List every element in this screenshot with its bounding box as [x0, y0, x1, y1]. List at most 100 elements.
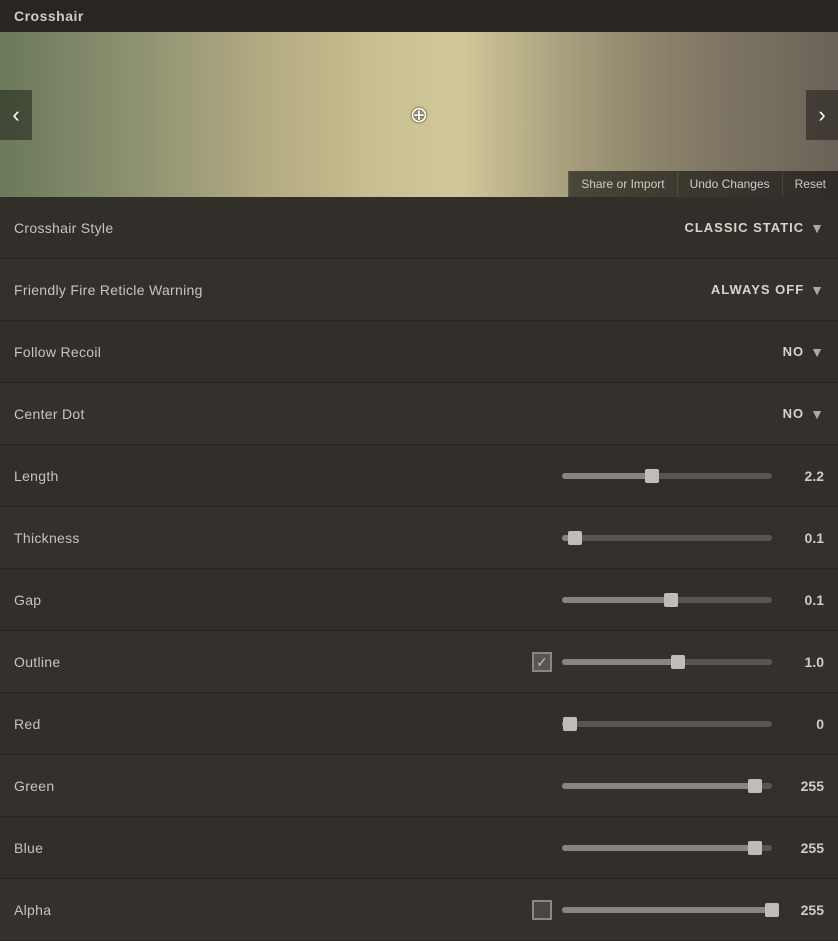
control-length: 2.2: [234, 468, 824, 484]
slider-value-length: 2.2: [782, 468, 824, 484]
slider-track-gap[interactable]: [562, 597, 772, 603]
dropdown-value-friendly-fire: ALWAYS OFF: [711, 282, 804, 297]
checkbox-outline[interactable]: ✓: [532, 652, 552, 672]
chevron-down-icon-center-dot: ▼: [810, 406, 824, 422]
slider-value-blue: 255: [782, 840, 824, 856]
dropdown-value-crosshair-style: CLASSIC STATIC: [684, 220, 804, 235]
dropdown-center-dot[interactable]: NO ▼: [783, 406, 824, 422]
chevron-down-icon-friendly-fire: ▼: [810, 282, 824, 298]
setting-row-gap: Gap 0.1: [0, 569, 838, 631]
slider-track-outline[interactable]: [562, 659, 772, 665]
slider-track-blue[interactable]: [562, 845, 772, 851]
checkbox-alpha[interactable]: [532, 900, 552, 920]
setting-row-green: Green 255: [0, 755, 838, 817]
dropdown-crosshair-style[interactable]: CLASSIC STATIC ▼: [684, 220, 824, 236]
control-follow-recoil: NO ▼: [234, 344, 824, 360]
slider-wrapper-red: 0: [562, 716, 824, 732]
label-crosshair-style: Crosshair Style: [14, 220, 234, 236]
slider-fill-length: [562, 473, 652, 479]
slider-value-red: 0: [782, 716, 824, 732]
slider-wrapper-length: 2.2: [562, 468, 824, 484]
reset-button[interactable]: Reset: [782, 171, 838, 197]
control-outline: ✓ 1.0: [234, 652, 824, 672]
slider-thumb-blue[interactable]: [748, 841, 762, 855]
control-thickness: 0.1: [234, 530, 824, 546]
slider-track-alpha[interactable]: [562, 907, 772, 913]
label-follow-recoil: Follow Recoil: [14, 344, 234, 360]
slider-track-red[interactable]: [562, 721, 772, 727]
slider-value-outline: 1.0: [782, 654, 824, 670]
label-red: Red: [14, 716, 234, 732]
slider-fill-green: [562, 783, 755, 789]
slider-value-alpha: 255: [782, 902, 824, 918]
slider-wrapper-gap: 0.1: [562, 592, 824, 608]
setting-row-length: Length 2.2: [0, 445, 838, 507]
undo-changes-button[interactable]: Undo Changes: [677, 171, 782, 197]
label-outline: Outline: [14, 654, 234, 670]
slider-track-length[interactable]: [562, 473, 772, 479]
setting-row-thickness: Thickness 0.1: [0, 507, 838, 569]
dropdown-value-center-dot: NO: [783, 406, 805, 421]
next-button[interactable]: ›: [806, 90, 838, 140]
prev-icon: ‹: [12, 102, 19, 128]
label-gap: Gap: [14, 592, 234, 608]
control-alpha: 255: [234, 900, 824, 920]
label-blue: Blue: [14, 840, 234, 856]
slider-wrapper-blue: 255: [562, 840, 824, 856]
setting-row-follow-recoil: Follow Recoil NO ▼: [0, 321, 838, 383]
control-gap: 0.1: [234, 592, 824, 608]
settings-container: Crosshair StyleCLASSIC STATIC▼Friendly F…: [0, 197, 838, 941]
preview-area: ⊕ ‹ › Share or Import Undo Changes Reset: [0, 32, 838, 197]
slider-thumb-gap[interactable]: [664, 593, 678, 607]
control-friendly-fire: ALWAYS OFF ▼: [234, 282, 824, 298]
dropdown-follow-recoil[interactable]: NO ▼: [783, 344, 824, 360]
setting-row-red: Red 0: [0, 693, 838, 755]
slider-thumb-thickness[interactable]: [568, 531, 582, 545]
checkbox-control-alpha: 255: [532, 900, 824, 920]
control-green: 255: [234, 778, 824, 794]
slider-thumb-red[interactable]: [563, 717, 577, 731]
setting-row-blue: Blue 255: [0, 817, 838, 879]
label-length: Length: [14, 468, 234, 484]
share-import-button[interactable]: Share or Import: [568, 171, 676, 197]
slider-thumb-outline[interactable]: [671, 655, 685, 669]
label-center-dot: Center Dot: [14, 406, 234, 422]
label-green: Green: [14, 778, 234, 794]
slider-fill-alpha: [562, 907, 772, 913]
slider-wrapper-green: 255: [562, 778, 824, 794]
slider-wrapper-thickness: 0.1: [562, 530, 824, 546]
slider-fill-outline: [562, 659, 678, 665]
chevron-down-icon-crosshair-style: ▼: [810, 220, 824, 236]
dropdown-friendly-fire[interactable]: ALWAYS OFF ▼: [711, 282, 824, 298]
label-friendly-fire: Friendly Fire Reticle Warning: [14, 282, 234, 298]
slider-track-green[interactable]: [562, 783, 772, 789]
control-blue: 255: [234, 840, 824, 856]
title-bar: Crosshair: [0, 0, 838, 32]
checkbox-control-outline: ✓ 1.0: [532, 652, 824, 672]
label-alpha: Alpha: [14, 902, 234, 918]
slider-value-green: 255: [782, 778, 824, 794]
next-icon: ›: [818, 102, 825, 128]
slider-thumb-alpha[interactable]: [765, 903, 779, 917]
label-thickness: Thickness: [14, 530, 234, 546]
page-title: Crosshair: [14, 8, 84, 24]
chevron-down-icon-follow-recoil: ▼: [810, 344, 824, 360]
control-red: 0: [234, 716, 824, 732]
setting-row-outline: Outline ✓ 1.0: [0, 631, 838, 693]
slider-track-thickness[interactable]: [562, 535, 772, 541]
control-crosshair-style: CLASSIC STATIC ▼: [234, 220, 824, 236]
dropdown-value-follow-recoil: NO: [783, 344, 805, 359]
preview-actions: Share or Import Undo Changes Reset: [568, 171, 838, 197]
setting-row-friendly-fire: Friendly Fire Reticle Warning ALWAYS OFF ▼: [0, 259, 838, 321]
slider-thumb-length[interactable]: [645, 469, 659, 483]
prev-button[interactable]: ‹: [0, 90, 32, 140]
slider-value-gap: 0.1: [782, 592, 824, 608]
crosshair-symbol: ⊕: [410, 104, 428, 126]
setting-row-crosshair-style: Crosshair Style CLASSIC STATIC ▼: [0, 197, 838, 259]
slider-fill-blue: [562, 845, 755, 851]
checkmark-icon-outline: ✓: [536, 655, 548, 669]
control-center-dot: NO ▼: [234, 406, 824, 422]
slider-thumb-green[interactable]: [748, 779, 762, 793]
setting-row-alpha: Alpha 255: [0, 879, 838, 941]
slider-value-thickness: 0.1: [782, 530, 824, 546]
